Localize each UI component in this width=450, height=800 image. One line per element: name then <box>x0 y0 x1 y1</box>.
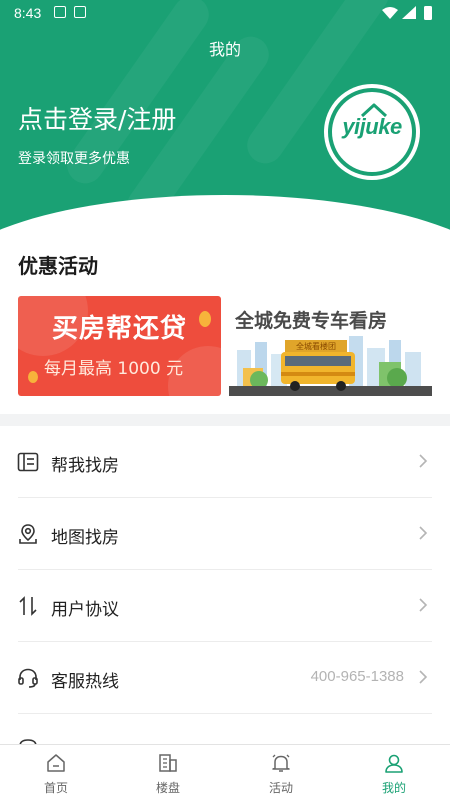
menu-item-find-house[interactable]: 帮我找房 <box>0 426 450 498</box>
logo-text: yijuke <box>342 114 402 139</box>
battery-icon <box>424 6 432 20</box>
signal-icon <box>402 6 416 19</box>
app-notification-icon <box>74 6 86 18</box>
page-title: 我的 <box>208 40 241 59</box>
tab-buildings[interactable]: 楼盘 <box>112 745 224 800</box>
menu-divider <box>18 713 432 714</box>
tab-home[interactable]: 首页 <box>0 745 112 800</box>
tab-label: 首页 <box>43 781 68 795</box>
status-time: 8:43 <box>14 5 42 21</box>
menu-item-label: 帮我找房 <box>51 456 119 476</box>
bottom-tab-bar: 首页 楼盘 活动 我的 <box>0 744 450 800</box>
coin-icon <box>28 371 38 383</box>
bus-sign-text: 全城看楼团 <box>296 341 336 351</box>
status-bar: 8:43 <box>0 0 450 26</box>
free-car-promo-title: 全城免费专车看房 <box>235 310 388 332</box>
menu-item-label: 地图找房 <box>51 528 119 548</box>
avatar-logo[interactable]: yijuke <box>324 84 420 180</box>
building-icon <box>159 754 177 772</box>
chevron-right-icon <box>419 598 428 612</box>
chevron-right-icon <box>419 526 428 540</box>
tab-activities[interactable]: 活动 <box>225 745 337 800</box>
id-card-icon <box>17 452 39 472</box>
section-divider <box>0 414 450 426</box>
menu-item-user-agreement[interactable]: 用户协议 <box>0 570 450 642</box>
menu-item-map-search[interactable]: 地图找房 <box>0 498 450 570</box>
hotline-number: 400-965-1388 <box>310 668 404 685</box>
chevron-right-icon <box>419 454 428 468</box>
city-bus-illustration: 全城看楼团 <box>229 336 432 396</box>
status-indicators <box>382 6 432 20</box>
loan-promo-subtitle: 每月最高 1000 元 <box>44 359 184 379</box>
bell-icon <box>272 754 290 772</box>
tab-label: 我的 <box>381 781 406 795</box>
image-notification-icon <box>54 6 66 18</box>
map-pin-icon <box>19 524 37 544</box>
menu-item-label: 客服热线 <box>51 672 119 692</box>
free-car-promo-banner[interactable]: 全城免费专车看房 全城看楼团 <box>229 296 432 396</box>
tab-label: 活动 <box>268 781 293 795</box>
loan-promo-banner[interactable]: 买房帮还贷 每月最高 1000 元 <box>18 296 221 396</box>
menu-item-label: 用户协议 <box>51 600 119 620</box>
loan-promo-title: 买房帮还贷 <box>51 314 187 344</box>
promotions-title: 优惠活动 <box>18 254 98 278</box>
header-curve <box>0 195 450 235</box>
login-register-link[interactable]: 点击登录/注册 <box>18 100 176 136</box>
login-subtitle: 登录领取更多优惠 <box>18 151 130 167</box>
tab-label: 楼盘 <box>155 781 180 795</box>
tab-mine[interactable]: 我的 <box>338 745 450 800</box>
headset-icon <box>18 668 38 688</box>
menu-item-service-hotline[interactable]: 客服热线 400-965-1388 <box>0 642 450 714</box>
arrows-updown-icon <box>19 596 37 616</box>
wifi-icon <box>382 7 398 19</box>
home-icon <box>47 754 65 772</box>
user-icon <box>385 754 403 773</box>
chevron-right-icon <box>419 670 428 684</box>
profile-header: 8:43 我的 点击登录/注册 登录领取更多优惠 yijuke <box>0 0 450 235</box>
